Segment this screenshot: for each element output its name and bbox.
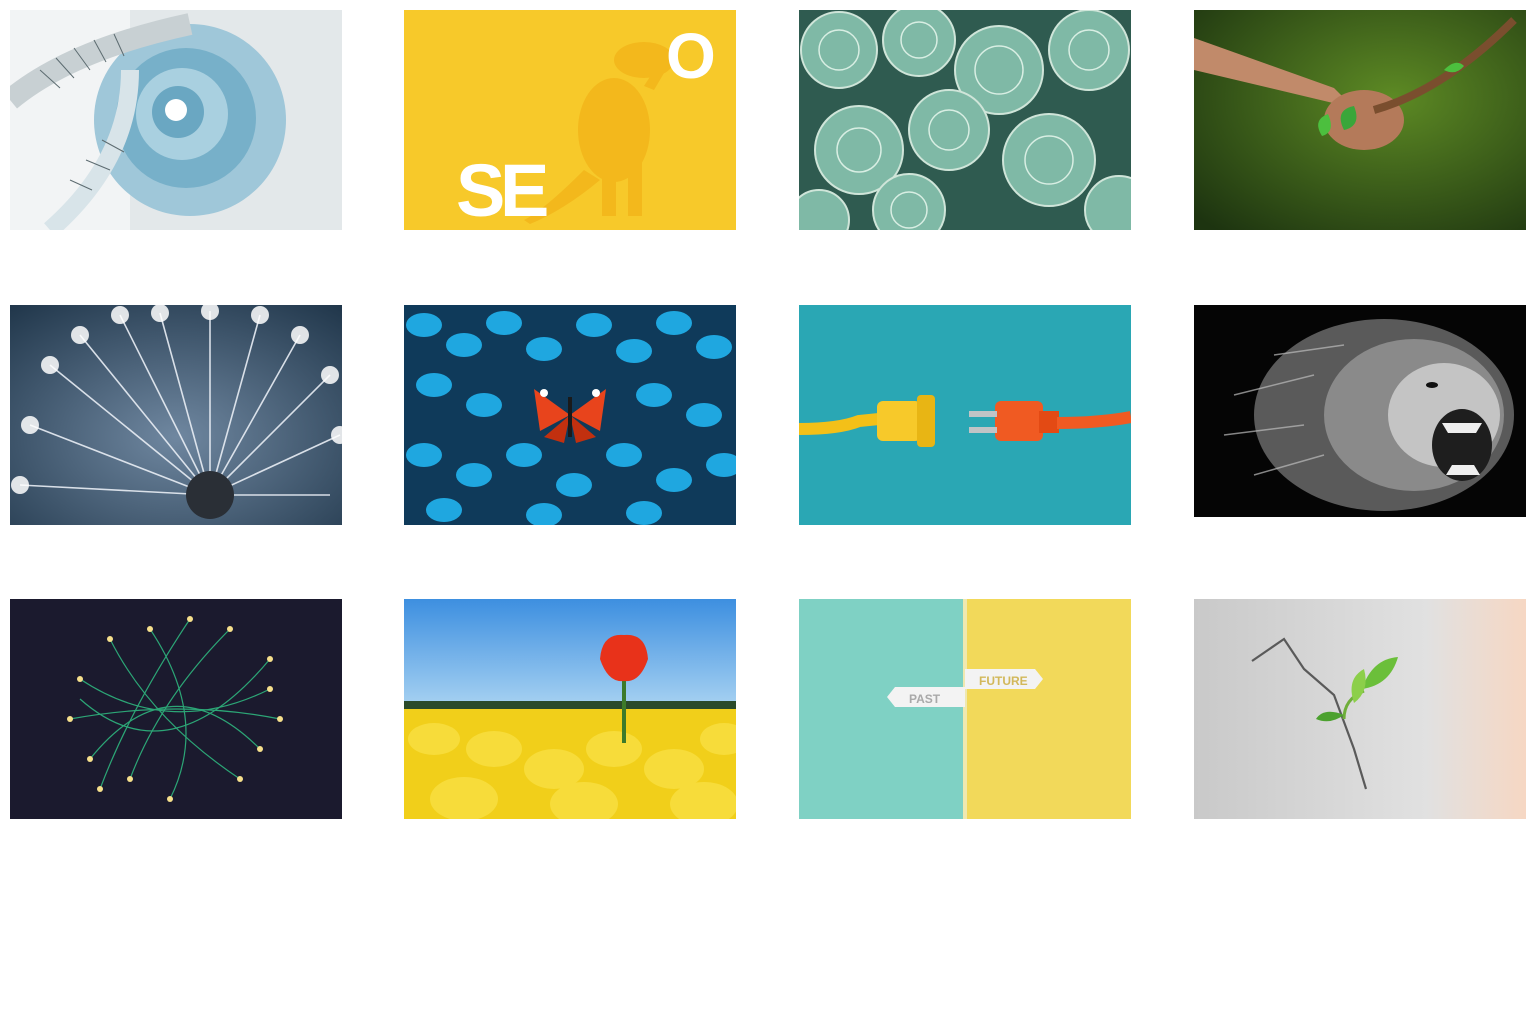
dinosaur-seo-image: S E O <box>404 10 736 230</box>
tile-dandelion[interactable] <box>10 305 342 525</box>
tile-spiral-staircase[interactable] <box>10 10 342 230</box>
tile-roaring-lion[interactable] <box>1194 305 1526 517</box>
tile-butterflies[interactable] <box>404 305 736 525</box>
tile-dinosaur-seo[interactable]: S E O <box>404 10 736 230</box>
seo-letter-e: E <box>500 149 549 230</box>
butterflies-image <box>404 305 736 525</box>
future-sign-label: FUTURE <box>979 674 1028 688</box>
succulents-image <box>799 10 1131 230</box>
tile-power-plugs[interactable] <box>799 305 1131 525</box>
seo-letter-s: S <box>456 149 505 230</box>
tile-hand-holding-branch[interactable] <box>1194 10 1526 230</box>
seo-letter-o: O <box>666 20 716 92</box>
roaring-lion-image <box>1194 305 1526 517</box>
tile-fiber-optic[interactable] <box>10 599 342 819</box>
power-plugs-image <box>799 305 1131 525</box>
tile-past-future[interactable]: PAST FUTURE <box>799 599 1131 819</box>
past-future-signs-image: PAST FUTURE <box>799 599 1131 819</box>
spiral-staircase-image <box>10 10 342 230</box>
hand-holding-branch-image <box>1194 10 1526 230</box>
dandelion-seeds-image <box>10 305 342 525</box>
sprout-from-crack-image <box>1194 599 1526 819</box>
tile-red-tulip[interactable] <box>404 599 736 819</box>
tile-sprout[interactable] <box>1194 599 1526 819</box>
past-sign-label: PAST <box>909 692 941 706</box>
fiber-optic-sphere-image <box>10 599 342 819</box>
red-tulip-in-yellow-field-image <box>404 599 736 819</box>
tile-succulents[interactable] <box>799 10 1131 230</box>
